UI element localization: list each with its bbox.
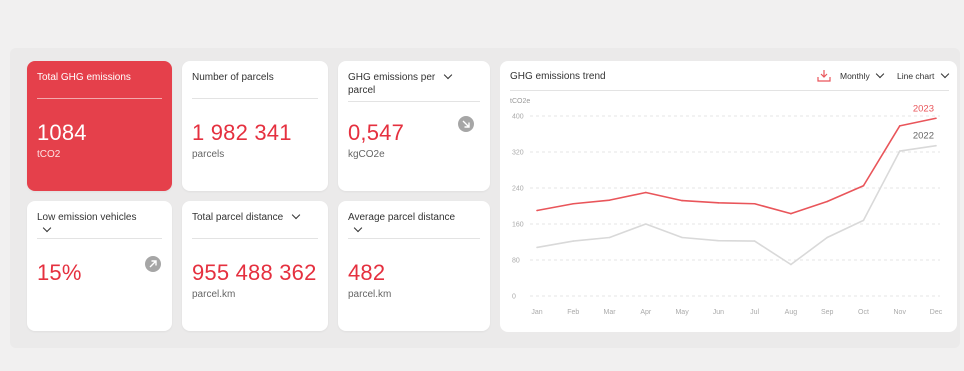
parcels-unit: parcels [192,149,225,160]
arrow-down-right-icon [458,116,474,132]
x-tick-label: May [675,309,689,316]
data-point-2023 [826,200,828,203]
low-emission-card[interactable]: Low emission vehicles 15% [27,201,172,331]
per-parcel-unit: kgCO2e [348,149,385,160]
x-tick-label: Jun [713,309,724,316]
distance-card[interactable]: Total parcel distance 955 488 362 parcel… [182,201,328,331]
data-point-2022 [898,150,901,152]
distance-unit: parcel.km [192,289,236,300]
data-point-2023 [790,212,792,215]
chevron-down-icon[interactable] [291,210,301,220]
series-label-2023: 2023 [913,103,934,114]
arrow-up-right-icon [145,256,161,272]
data-point-2023 [645,191,647,194]
low-emission-value: 15% [37,260,82,285]
low-emission-title[interactable]: Low emission vehicles [37,211,162,239]
distance-value: 955 488 362 [192,260,317,285]
data-point-2023 [536,209,538,212]
data-point-2023 [935,117,937,120]
chevron-down-icon[interactable] [443,70,453,80]
emissions-line-chart: tCO2e 0 80 160 240 320 400 Jan Feb Mar Apr May Jun Ju… [510,98,943,316]
series-label-2022: 2022 [913,131,934,142]
parcels-value: 1 982 341 [192,120,292,145]
data-point-2023 [898,125,901,127]
data-point-2023 [681,199,683,202]
data-point-2023 [608,199,611,201]
parcels-title: Number of parcels [192,71,318,99]
x-tick-label: Aug [785,309,798,316]
distance-title-label: Total parcel distance [192,212,284,223]
data-point-2023 [862,184,865,187]
data-point-2022 [608,236,611,239]
data-point-2022 [536,246,538,249]
data-point-2022 [645,223,647,225]
data-point-2023 [753,202,756,205]
x-tick-label: Apr [640,309,652,316]
data-point-2022 [862,219,865,222]
y-tick-label: 240 [512,186,524,193]
parcels-card[interactable]: Number of parcels 1 982 341 parcels [182,61,328,191]
x-tick-label: Nov [894,309,907,316]
data-point-2022 [935,144,937,147]
series-line-2023 [536,117,937,215]
data-point-2022 [717,239,720,242]
x-tick-label: Jul [750,309,759,316]
avg-distance-card[interactable]: Average parcel distance 482 parcel.km [338,201,490,331]
y-tick-label: 400 [512,114,524,121]
total-ghg-title: Total GHG emissions [37,71,162,99]
per-parcel-title-line1: GHG emissions per [348,72,436,83]
per-parcel-title[interactable]: GHG emissions per parcel [348,70,480,102]
avg-distance-title[interactable]: Average parcel distance [348,211,480,239]
chevron-down-icon[interactable] [353,223,363,233]
distance-title[interactable]: Total parcel distance [192,210,318,239]
x-tick-label: Oct [858,309,869,316]
total-ghg-card[interactable]: Total GHG emissions 1084 tCO2 [27,61,172,191]
y-axis-label: tCO2e [510,98,530,105]
low-emission-title-label: Low emission vehicles [37,212,137,223]
total-ghg-unit: tCO2 [37,149,61,160]
data-point-2022 [790,263,792,266]
data-point-2022 [826,236,828,239]
x-tick-label: Jan [531,309,542,316]
x-tick-label: Feb [567,309,579,316]
avg-distance-value: 482 [348,260,386,285]
data-point-2022 [753,240,756,242]
avg-distance-title-label: Average parcel distance [348,212,456,223]
data-point-2022 [681,236,683,239]
data-point-2022 [572,240,575,242]
avg-distance-unit: parcel.km [348,289,392,300]
total-ghg-value: 1084 [37,120,87,145]
data-point-2023 [572,202,575,205]
y-tick-label: 80 [512,258,520,265]
x-tick-label: Dec [930,309,943,316]
data-point-2023 [717,202,720,204]
x-tick-label: Mar [604,309,617,316]
chevron-down-icon[interactable] [42,223,52,233]
y-tick-label: 0 [512,294,516,301]
y-tick-label: 160 [512,222,524,229]
per-parcel-title-line2: parcel [348,85,376,96]
emissions-trend-card: GHG emissions trend Monthly Line chart t… [500,61,957,332]
y-tick-label: 320 [512,150,524,157]
x-tick-label: Sep [821,309,834,316]
per-parcel-card[interactable]: GHG emissions per parcel 0,547 kgCO2e [338,61,490,191]
